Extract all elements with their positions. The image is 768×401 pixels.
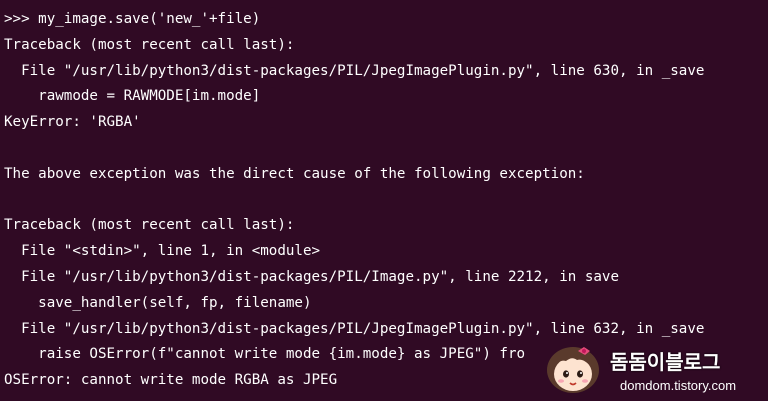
blog-watermark: 돔돔이블로그 domdom.tistory.com [540, 340, 768, 401]
terminal-line: File "/usr/lib/python3/dist-packages/PIL… [4, 320, 705, 337]
terminal-line: save_handler(self, fp, filename) [4, 294, 312, 311]
terminal-line: >>> my_image.save('new_'+file) [4, 11, 261, 27]
cartoon-girl-avatar-icon [547, 347, 599, 393]
terminal-line: File "/usr/lib/python3/dist-packages/PIL… [4, 268, 619, 285]
terminal-line: The above exception was the direct cause… [4, 165, 585, 182]
terminal-line: KeyError: 'RGBA' [4, 114, 141, 131]
terminal-line: Traceback (most recent call last): [4, 217, 295, 234]
terminal-line: File "/usr/lib/python3/dist-packages/PIL… [4, 62, 705, 79]
terminal-window[interactable]: >>> my_image.save('new_'+file) Traceback… [0, 0, 768, 401]
terminal-line: rawmode = RAWMODE[im.mode] [4, 88, 261, 105]
terminal-line: File "<stdin>", line 1, in <module> [4, 243, 321, 260]
blog-title: 돔돔이블로그 [610, 350, 721, 374]
blog-url: domdom.tistory.com [620, 378, 737, 393]
terminal-line: Traceback (most recent call last): [4, 36, 295, 53]
